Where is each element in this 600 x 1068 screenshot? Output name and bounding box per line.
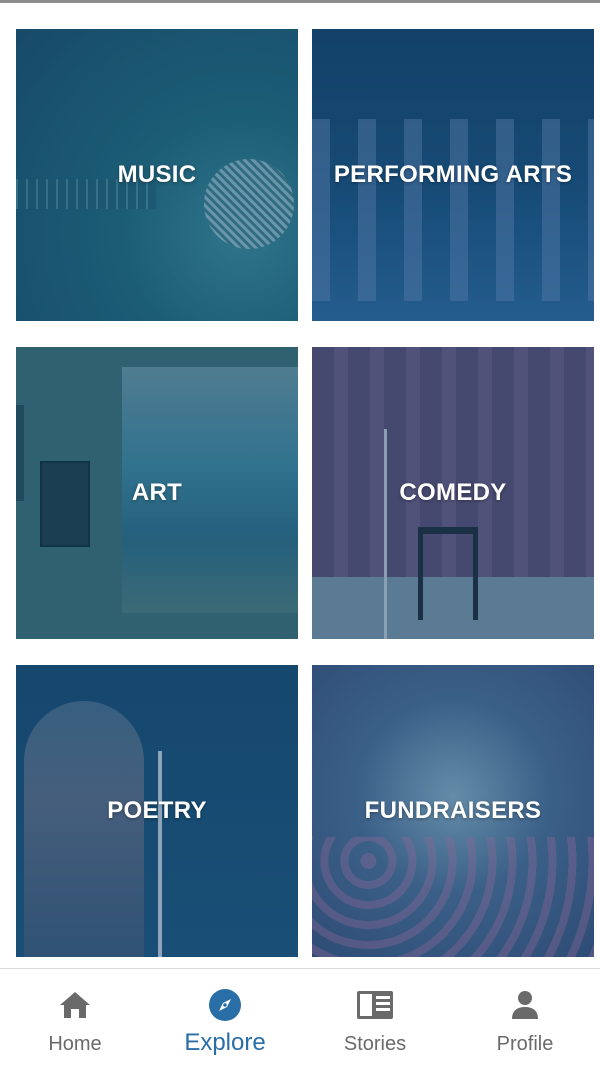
- category-tile-poetry[interactable]: POETRY: [16, 665, 298, 957]
- category-tile-comedy[interactable]: COMEDY: [312, 347, 594, 639]
- nav-profile[interactable]: Profile: [450, 969, 600, 1068]
- category-tile-fundraisers[interactable]: FUNDRAISERS: [312, 665, 594, 957]
- nav-profile-label: Profile: [496, 1033, 554, 1055]
- compass-icon: [208, 989, 242, 1021]
- category-label: MUSIC: [117, 161, 197, 188]
- nav-explore[interactable]: Explore: [150, 969, 300, 1068]
- category-label: FUNDRAISERS: [364, 797, 542, 824]
- nav-stories-label: Stories: [343, 1033, 407, 1055]
- nav-explore-label: Explore: [184, 1029, 266, 1056]
- bottom-navigation: Home Explore Stories Profile: [0, 968, 600, 1068]
- top-divider: [0, 0, 600, 3]
- nav-home[interactable]: Home: [0, 969, 150, 1068]
- profile-icon: [510, 989, 540, 1021]
- category-tile-art[interactable]: ART: [16, 347, 298, 639]
- category-label: PERFORMING ARTS: [333, 161, 573, 188]
- category-tile-music[interactable]: MUSIC: [16, 29, 298, 321]
- stories-icon: [356, 989, 394, 1021]
- category-label: COMEDY: [399, 479, 507, 506]
- home-icon: [58, 989, 92, 1021]
- nav-stories[interactable]: Stories: [300, 969, 450, 1068]
- category-tile-performing-arts[interactable]: PERFORMING ARTS: [312, 29, 594, 321]
- category-label: ART: [131, 479, 183, 506]
- category-label: POETRY: [107, 797, 207, 824]
- nav-home-label: Home: [48, 1033, 102, 1055]
